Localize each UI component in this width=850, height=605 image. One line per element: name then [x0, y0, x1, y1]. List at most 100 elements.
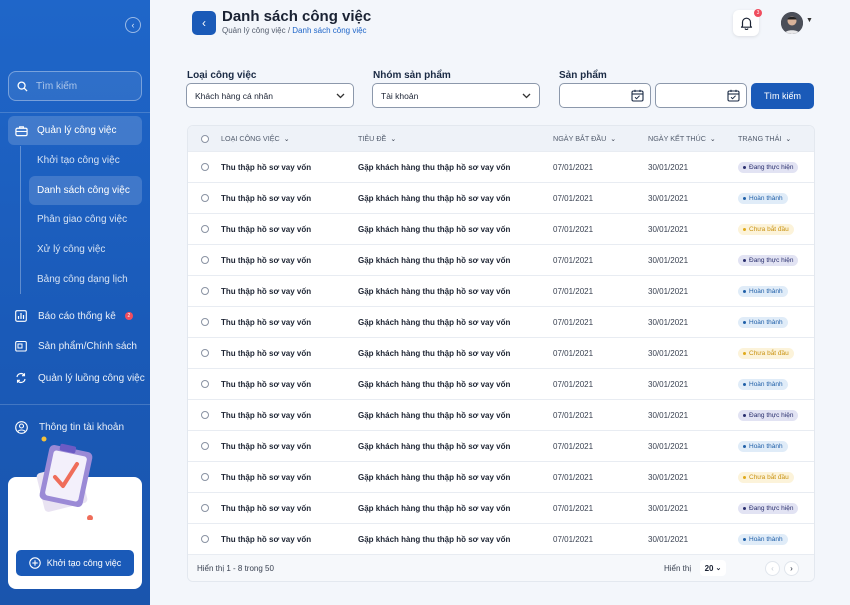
row-radio[interactable] — [200, 163, 209, 171]
start-date-input[interactable] — [559, 83, 651, 108]
search-button[interactable]: Tìm kiếm — [751, 83, 814, 109]
status-dot-icon — [743, 227, 746, 231]
table-row[interactable]: Thu thập hồ sơ vay vốn Gặp khách hàng thu… — [188, 337, 814, 368]
status-dot-icon — [743, 382, 746, 386]
sidebar-item-workflow[interactable]: Quản lý luồng công việc — [15, 368, 145, 388]
end-date-input[interactable] — [655, 83, 747, 108]
breadcrumb-current: Danh sách công việc — [292, 26, 367, 35]
table-body: Thu thập hồ sơ vay vốn Gặp khách hàng thu… — [188, 151, 814, 554]
row-radio[interactable] — [200, 225, 209, 233]
sidebar-subitem-calendar[interactable]: Bảng công dạng lịch — [21, 264, 142, 294]
column-header-end[interactable]: NGÀY KẾT THÚC ⌄ — [648, 134, 738, 143]
cell-start-date: 07/01/2021 — [553, 379, 594, 389]
sidebar-subitem-assign[interactable]: Phân giao công việc — [21, 205, 142, 235]
table-row[interactable]: Thu thập hồ sơ vay vốn Gặp khách hàng thu… — [188, 461, 814, 492]
table-row[interactable]: Thu thập hồ sơ vay vốn Gặp khách hàng thu… — [188, 306, 814, 337]
select-all-radio[interactable] — [200, 134, 209, 143]
chevron-down-icon: ⌄ — [610, 136, 617, 143]
table-row[interactable]: Thu thập hồ sơ vay vốn Gặp khách hàng thu… — [188, 213, 814, 244]
table-row[interactable]: Thu thập hồ sơ vay vốn Gặp khách hàng thu… — [188, 523, 814, 554]
calendar-icon[interactable] — [727, 89, 740, 102]
cell-title: Gặp khách hàng thu thập hồ sơ vay vốn — [358, 255, 511, 265]
status-label: Đang thực hiện — [749, 256, 794, 264]
per-page-select[interactable]: 20 ⌄ — [700, 560, 726, 576]
row-radio[interactable] — [200, 318, 209, 326]
breadcrumb: Quản lý công việc / Danh sách công việc — [222, 26, 367, 35]
cell-title: Gặp khách hàng thu thập hồ sơ vay vốn — [358, 503, 511, 513]
table-row[interactable]: Thu thập hồ sơ vay vốn Gặp khách hàng thu… — [188, 275, 814, 306]
sidebar-subitem-process[interactable]: Xử lý công việc — [21, 235, 142, 265]
column-header-start[interactable]: NGÀY BẮT ĐẦU ⌄ — [553, 134, 648, 143]
sidebar-item-report[interactable]: Báo cáo thống kê 2 — [15, 306, 145, 326]
filter-group-select[interactable]: Tài khoản — [372, 83, 540, 108]
pagination-info: Hiển thị 1 - 8 trong 50 — [197, 564, 274, 573]
cell-start-date: 07/01/2021 — [553, 534, 594, 544]
sidebar-subitem-create[interactable]: Khởi tạo công việc — [21, 146, 142, 176]
create-task-label: Khởi tạo công việc — [46, 558, 122, 568]
chevron-down-icon: ⌄ — [709, 136, 716, 143]
cell-title: Gặp khách hàng thu thập hồ sơ vay vốn — [358, 441, 511, 451]
sidebar-search[interactable] — [8, 71, 142, 101]
column-header-title[interactable]: TIÊU ĐỀ ⌄ — [358, 134, 553, 143]
status-badge: Hoàn thành — [738, 440, 788, 452]
next-page-button[interactable]: › — [784, 561, 799, 576]
status-label: Chưa bắt đầu — [749, 225, 789, 233]
column-header-label: NGÀY KẾT THÚC — [648, 134, 706, 143]
status-label: Hoàn thành — [749, 535, 783, 543]
filter-product-label: Sản phẩm — [559, 70, 607, 81]
sidebar-item-product[interactable]: Sản phẩm/Chính sách — [15, 336, 145, 356]
status-badge: Chưa bắt đầu — [738, 223, 794, 235]
row-radio[interactable] — [200, 473, 209, 481]
status-badge: Hoàn thành — [738, 285, 788, 297]
row-radio[interactable] — [200, 287, 209, 295]
cell-title: Gặp khách hàng thu thập hồ sơ vay vốn — [358, 193, 511, 203]
row-radio[interactable] — [200, 349, 209, 357]
row-radio[interactable] — [200, 380, 209, 388]
column-header-type[interactable]: LOẠI CÔNG VIỆC ⌄ — [221, 134, 358, 143]
column-header-status[interactable]: TRẠNG THÁI ⌄ — [738, 134, 814, 143]
row-radio[interactable] — [200, 256, 209, 264]
cell-end-date: 30/01/2021 — [648, 255, 689, 265]
row-radio[interactable] — [200, 535, 209, 543]
cell-start-date: 07/01/2021 — [553, 286, 594, 296]
create-task-button[interactable]: Khởi tạo công việc — [16, 550, 134, 576]
row-radio[interactable] — [200, 194, 209, 202]
table-row[interactable]: Thu thập hồ sơ vay vốn Gặp khách hàng thu… — [188, 399, 814, 430]
collapse-sidebar-icon[interactable]: ‹ — [125, 17, 141, 33]
avatar[interactable] — [781, 12, 803, 34]
chevron-down-icon — [336, 93, 345, 98]
per-page-label: Hiển thị — [664, 564, 692, 573]
status-label: Hoàn thành — [749, 442, 783, 450]
table-row[interactable]: Thu thập hồ sơ vay vốn Gặp khách hàng thu… — [188, 368, 814, 399]
status-label: Hoàn thành — [749, 194, 783, 202]
cell-start-date: 07/01/2021 — [553, 162, 594, 172]
status-badge: Chưa bắt đầu — [738, 471, 794, 483]
table-footer: Hiển thị 1 - 8 trong 50 Hiển thị 20 ⌄ ‹ › — [188, 554, 814, 581]
table-row[interactable]: Thu thập hồ sơ vay vốn Gặp khách hàng thu… — [188, 182, 814, 213]
status-label: Chưa bắt đầu — [749, 473, 789, 481]
chevron-down-icon — [522, 93, 531, 98]
breadcrumb-parent[interactable]: Quản lý công việc / — [222, 26, 290, 35]
sidebar-subitem-list[interactable]: Danh sách công việc — [29, 175, 142, 206]
row-radio[interactable] — [200, 442, 209, 450]
row-radio[interactable] — [200, 411, 209, 419]
column-header-label: TRẠNG THÁI — [738, 134, 782, 143]
calendar-icon[interactable] — [631, 89, 644, 102]
search-input[interactable] — [36, 80, 131, 92]
prev-page-button[interactable]: ‹ — [765, 561, 780, 576]
table-row[interactable]: Thu thập hồ sơ vay vốn Gặp khách hàng thu… — [188, 430, 814, 461]
cell-title: Gặp khách hàng thu thập hồ sơ vay vốn — [358, 410, 511, 420]
cell-type: Thu thập hồ sơ vay vốn — [221, 379, 312, 389]
back-button[interactable]: ‹ — [192, 11, 216, 35]
filter-type-select[interactable]: Khách hàng cá nhân — [186, 83, 354, 108]
status-badge: Hoàn thành — [738, 533, 788, 545]
table-row[interactable]: Thu thập hồ sơ vay vốn Gặp khách hàng thu… — [188, 151, 814, 182]
table-row[interactable]: Thu thập hồ sơ vay vốn Gặp khách hàng thu… — [188, 492, 814, 523]
plus-circle-icon — [29, 557, 41, 569]
caret-down-icon[interactable]: ▼ — [806, 17, 813, 24]
row-radio[interactable] — [200, 504, 209, 512]
status-badge: Đang thực hiện — [738, 409, 799, 421]
table-row[interactable]: Thu thập hồ sơ vay vốn Gặp khách hàng thu… — [188, 244, 814, 275]
sidebar-item-task-management[interactable]: Quản lý công việc — [8, 116, 142, 145]
document-icon — [15, 340, 27, 352]
